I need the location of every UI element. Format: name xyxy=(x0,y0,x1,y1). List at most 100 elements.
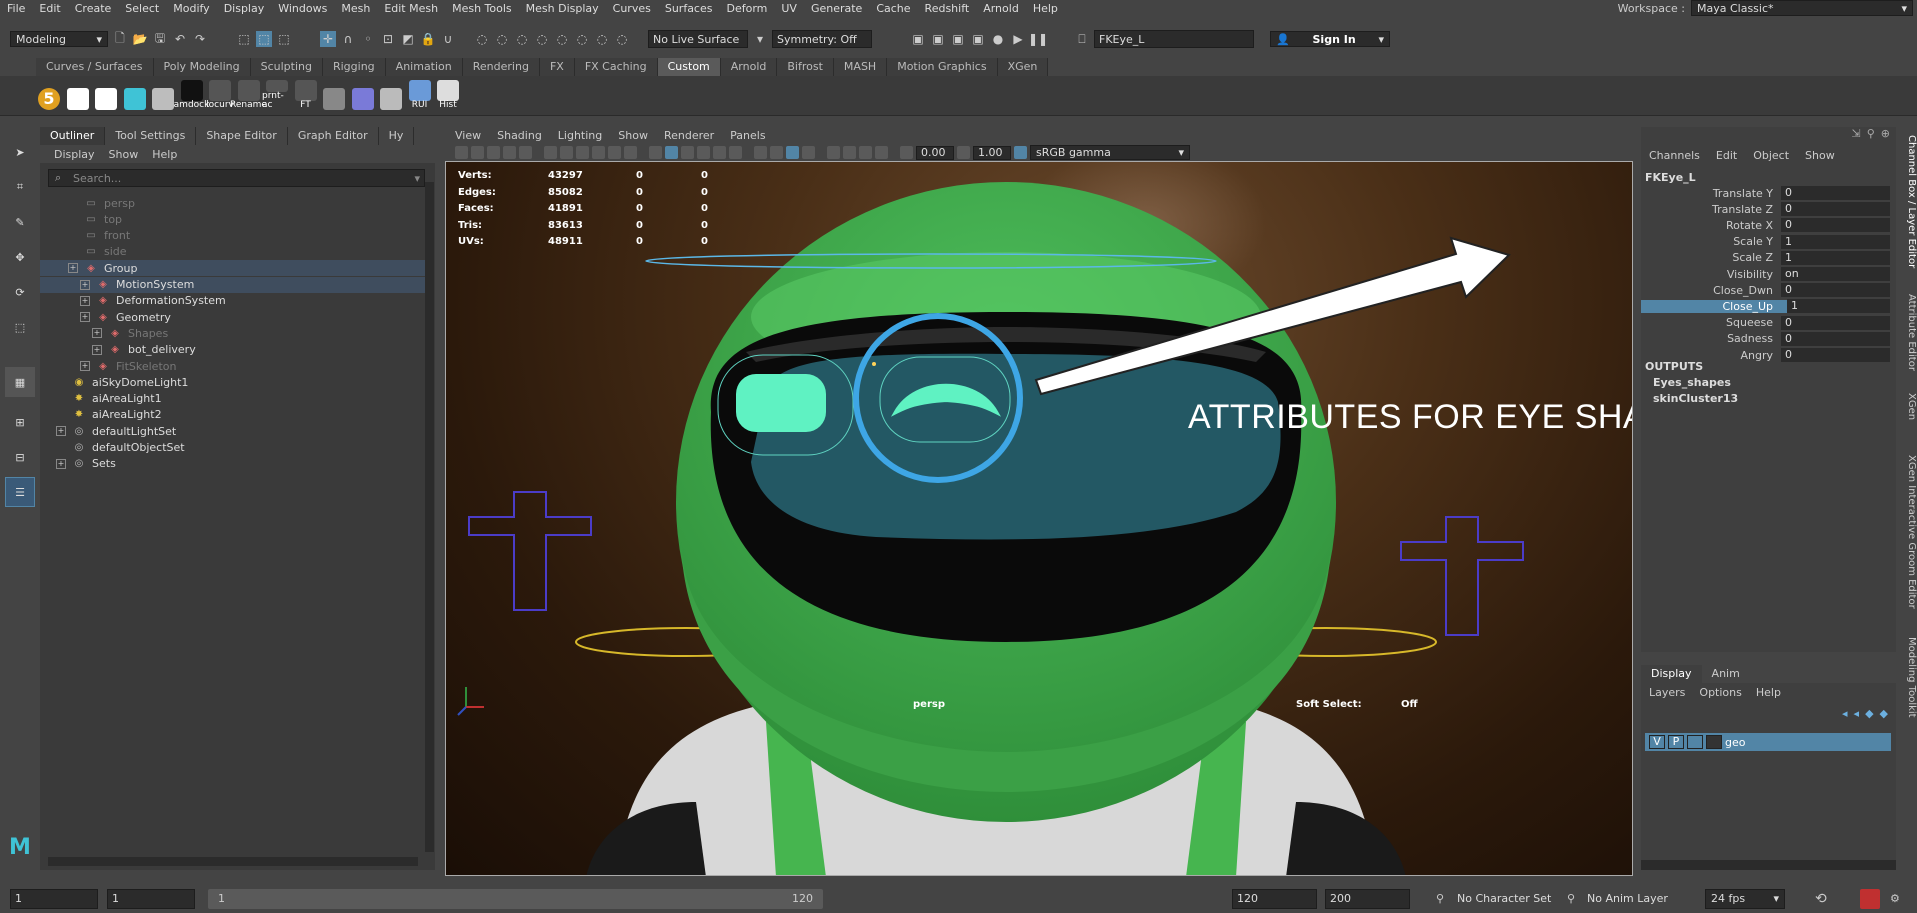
isolate-select-icon[interactable] xyxy=(827,146,840,159)
shadows-icon[interactable] xyxy=(729,146,742,159)
settings-icon[interactable]: ⊕ xyxy=(1881,127,1890,140)
ambient-occlusion-icon[interactable] xyxy=(754,146,767,159)
layer-tab-anim[interactable]: Anim xyxy=(1702,665,1750,683)
frame-icon[interactable] xyxy=(348,80,378,110)
move-layer-up-icon[interactable]: ◂ xyxy=(1842,707,1848,720)
start-time-field[interactable]: 1 xyxy=(10,888,98,909)
character-set-dropdown[interactable]: No Character Set xyxy=(1457,892,1551,905)
side-tab-xgen[interactable]: XGen xyxy=(1900,382,1917,432)
outliner-tab-hy[interactable]: Hy xyxy=(379,127,415,145)
film-gate-2-icon[interactable] xyxy=(560,146,573,159)
channel-attribute-value[interactable]: 0 xyxy=(1781,348,1890,362)
depth-of-field-icon[interactable] xyxy=(802,146,815,159)
lasso-5-icon[interactable]: ◌ xyxy=(554,31,570,47)
channel-attribute-value[interactable]: 0 xyxy=(1781,202,1890,217)
expand-icon[interactable]: + xyxy=(80,279,90,290)
camera-select-icon[interactable] xyxy=(455,146,468,159)
channel-attribute-row[interactable]: Scale Y 1 xyxy=(1641,234,1896,250)
outliner-item[interactable]: ▭ top xyxy=(40,211,425,227)
channel-attribute-value[interactable]: 0 xyxy=(1781,283,1890,298)
shelf-tab-sculpting[interactable]: Sculpting xyxy=(250,58,323,76)
hypershade-icon[interactable]: ● xyxy=(990,31,1006,47)
color-management-icon[interactable] xyxy=(1014,146,1027,159)
outliner-item[interactable]: + ◈ Group xyxy=(40,260,425,277)
menu-mesh-display[interactable]: Mesh Display xyxy=(519,2,606,15)
workspace-dropdown[interactable]: Maya Classic* ▾ xyxy=(1691,0,1913,16)
lasso-8-icon[interactable]: ◌ xyxy=(614,31,630,47)
exposure-field[interactable]: 0.00 xyxy=(916,145,954,160)
snap-point-icon[interactable]: ◦ xyxy=(360,31,376,47)
grid-icon[interactable] xyxy=(319,80,349,110)
expand-icon[interactable]: + xyxy=(56,458,66,469)
select-component-icon[interactable]: ⬚ xyxy=(276,31,292,47)
expand-icon[interactable]: + xyxy=(56,426,66,437)
menu-surfaces[interactable]: Surfaces xyxy=(658,2,720,15)
menu-modify[interactable]: Modify xyxy=(166,2,216,15)
input-box-icon[interactable]: ⎕ xyxy=(1074,31,1090,47)
auto-key-icon[interactable] xyxy=(1860,888,1880,909)
viewport-menu-panels[interactable]: Panels xyxy=(730,129,765,142)
menu-display[interactable]: Display xyxy=(217,2,272,15)
new-scene-icon[interactable]: 🗋 xyxy=(112,31,128,47)
channel-box-menu-show[interactable]: Show xyxy=(1805,149,1835,162)
live-surface-field[interactable]: No Live Surface xyxy=(648,30,748,48)
field-chart-icon[interactable] xyxy=(608,146,621,159)
playback-start-field[interactable]: 1 xyxy=(107,888,195,909)
end-time-field[interactable]: 200 xyxy=(1325,888,1410,909)
rename-icon[interactable]: Rename xyxy=(230,80,267,110)
menu-uv[interactable]: UV xyxy=(774,2,804,15)
pin-icon[interactable]: ⇲ xyxy=(1852,127,1861,140)
channel-attribute-row[interactable]: Translate Z 0 xyxy=(1641,201,1896,217)
lasso-6-icon[interactable]: ◌ xyxy=(574,31,590,47)
viewport-menu-view[interactable]: View xyxy=(455,129,481,142)
layout-two-icon[interactable]: ⊟ xyxy=(5,442,35,472)
resolution-gate-icon[interactable] xyxy=(576,146,589,159)
outliner-item[interactable]: + ◎ defaultLightSet xyxy=(40,423,425,439)
outliner-item[interactable]: + ◈ MotionSystem xyxy=(40,276,425,293)
magnet-icon[interactable]: ∪ xyxy=(440,31,456,47)
menu-deform[interactable]: Deform xyxy=(719,2,774,15)
hist-icon[interactable]: Hist xyxy=(433,80,463,110)
exposure-icon[interactable] xyxy=(900,146,913,159)
playback-end-field[interactable]: 120 xyxy=(1232,888,1317,909)
layer-menu-layers[interactable]: Layers xyxy=(1649,686,1685,699)
layout-four-icon[interactable]: ⊞ xyxy=(5,407,35,437)
m-amdock-icon[interactable]: amdock xyxy=(174,80,209,110)
gamma-icon[interactable] xyxy=(957,146,970,159)
channel-attribute-value[interactable]: 1 xyxy=(1787,299,1890,314)
outliner-menu-show[interactable]: Show xyxy=(109,148,139,161)
outliner-item[interactable]: ✸ aiAreaLight1 xyxy=(40,391,425,407)
arnold-render-icon[interactable]: ▶ xyxy=(1010,31,1026,47)
outliner-item[interactable]: + ◈ bot_delivery xyxy=(40,342,425,358)
outliner-item[interactable]: + ◈ Geometry xyxy=(40,309,425,325)
redo-icon[interactable]: ↷ xyxy=(192,31,208,47)
layer-row-geo[interactable]: V P geo xyxy=(1645,733,1891,751)
wireframe-icon[interactable] xyxy=(649,146,662,159)
shelf-tab-animation[interactable]: Animation xyxy=(385,58,463,76)
channel-attribute-value[interactable]: 0 xyxy=(1781,186,1890,200)
shelf-tab-bifrost[interactable]: Bifrost xyxy=(777,58,834,76)
layer-menu-help[interactable]: Help xyxy=(1756,686,1781,699)
snap-view-icon[interactable]: ⊡ xyxy=(380,31,396,47)
menu-edit-mesh[interactable]: Edit Mesh xyxy=(377,2,445,15)
outliner-tab-graph-editor[interactable]: Graph Editor xyxy=(288,127,379,145)
new-layer-icon[interactable]: ◆ xyxy=(1865,707,1873,720)
outliner-vertical-scrollbar[interactable] xyxy=(425,182,434,852)
outliner-item[interactable]: + ◎ Sets xyxy=(40,456,425,472)
shelf-tab-curves-surfaces[interactable]: Curves / Surfaces xyxy=(36,58,154,76)
new-layer-selected-icon[interactable]: ◆ xyxy=(1880,707,1888,720)
open-scene-icon[interactable]: 📂 xyxy=(132,31,148,47)
channel-attribute-row[interactable]: Close_Up 1 xyxy=(1641,298,1896,314)
channel-attribute-row[interactable]: Squeese 0 xyxy=(1641,315,1896,331)
menu-arnold[interactable]: Arnold xyxy=(976,2,1026,15)
channel-attribute-value[interactable]: 1 xyxy=(1781,234,1890,249)
channel-attribute-value[interactable]: 0 xyxy=(1781,315,1890,330)
shelf-tab-xgen[interactable]: XGen xyxy=(997,58,1049,76)
xray-components-icon[interactable] xyxy=(875,146,888,159)
lasso-icon[interactable]: ◌ xyxy=(474,31,490,47)
chevron-down-icon[interactable]: ▾ xyxy=(414,172,420,185)
textured-icon[interactable] xyxy=(697,146,710,159)
menu-windows[interactable]: Windows xyxy=(271,2,334,15)
object-name-field[interactable]: FKEye_L xyxy=(1094,30,1254,48)
outliner-item[interactable]: ◉ aiSkyDomeLight1 xyxy=(40,374,425,390)
